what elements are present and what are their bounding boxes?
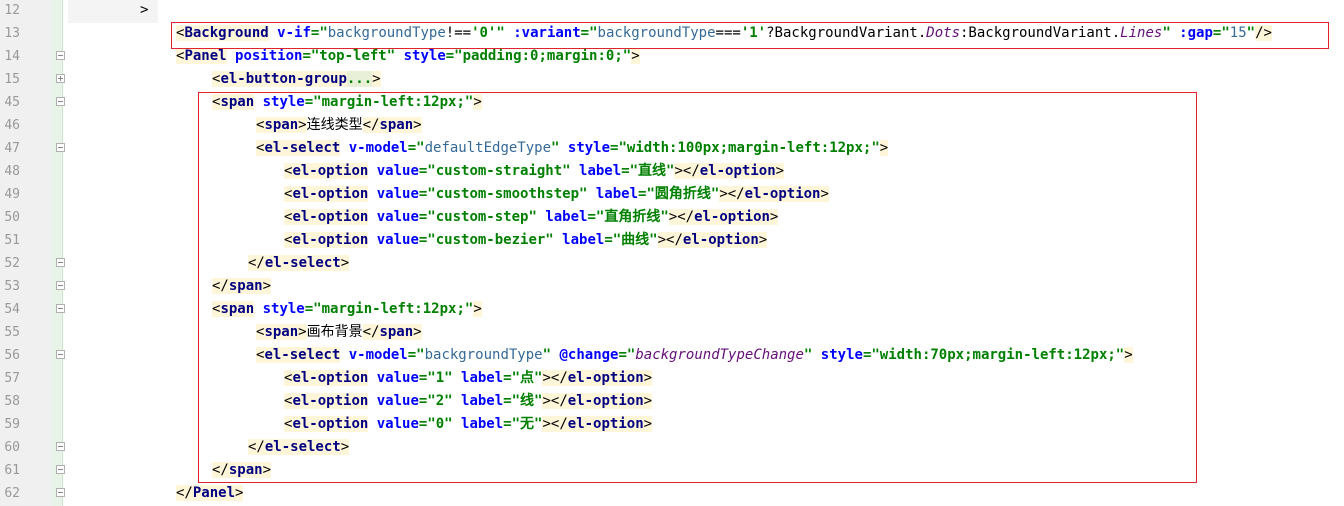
fold-collapse-icon[interactable] — [56, 51, 65, 60]
code-text: </Panel> — [176, 482, 244, 505]
fold-collapse-icon[interactable] — [56, 488, 65, 497]
code-text: > — [140, 0, 148, 22]
line-number: 54 — [4, 302, 20, 317]
line-number: 14 — [4, 49, 20, 64]
code-line[interactable]: 15 <el-button-group...> — [0, 68, 1344, 91]
code-token: Panel — [184, 48, 227, 64]
fold-collapse-icon[interactable] — [56, 97, 65, 106]
highlight-box-background — [171, 22, 1329, 49]
code-token: el-button-group — [220, 71, 347, 87]
line-number: 51 — [4, 233, 20, 248]
line-number: 52 — [4, 256, 20, 271]
line-number: 53 — [4, 279, 20, 294]
fold-expand-icon[interactable] — [56, 74, 65, 83]
fold-collapse-icon[interactable] — [56, 442, 65, 451]
line-number: 47 — [4, 141, 20, 156]
code-token: > — [631, 48, 640, 64]
line-number: 50 — [4, 210, 20, 225]
code-token: ="padding:0;margin:0;" — [445, 48, 632, 64]
code-token: </ — [176, 485, 193, 501]
line-number: 56 — [4, 348, 20, 363]
code-token: Panel — [192, 485, 236, 501]
fold-collapse-icon[interactable] — [56, 304, 65, 313]
code-token: > — [140, 2, 149, 18]
line-number: 49 — [4, 187, 20, 202]
line-number: 46 — [4, 118, 20, 133]
line-number: 61 — [4, 463, 20, 478]
highlight-box-selects — [198, 92, 1197, 483]
line-number: 55 — [4, 325, 20, 340]
code-token: > — [372, 71, 381, 87]
fold-collapse-icon[interactable] — [56, 281, 65, 290]
line-number: 59 — [4, 417, 20, 432]
code-line[interactable]: 12 > — [0, 0, 1344, 22]
line-number: 45 — [4, 95, 20, 110]
code-token: style — [395, 48, 446, 64]
fold-collapse-icon[interactable] — [56, 465, 65, 474]
code-line[interactable]: 62 </Panel> — [0, 482, 1344, 505]
code-token: ="top-left" — [302, 48, 396, 64]
line-number: 60 — [4, 440, 20, 455]
code-token: ... — [346, 71, 373, 87]
line-number: 15 — [4, 72, 20, 87]
code-token: position — [226, 48, 303, 64]
line-number: 13 — [4, 26, 20, 41]
fold-collapse-icon[interactable] — [56, 258, 65, 267]
fold-collapse-icon[interactable] — [56, 143, 65, 152]
line-number: 12 — [4, 3, 20, 18]
code-token: > — [235, 485, 244, 501]
code-text: <el-button-group...> — [212, 68, 381, 91]
line-number: 62 — [4, 486, 20, 501]
fold-collapse-icon[interactable] — [56, 350, 65, 359]
line-number: 57 — [4, 371, 20, 386]
line-number: 58 — [4, 394, 20, 409]
line-number: 48 — [4, 164, 20, 179]
